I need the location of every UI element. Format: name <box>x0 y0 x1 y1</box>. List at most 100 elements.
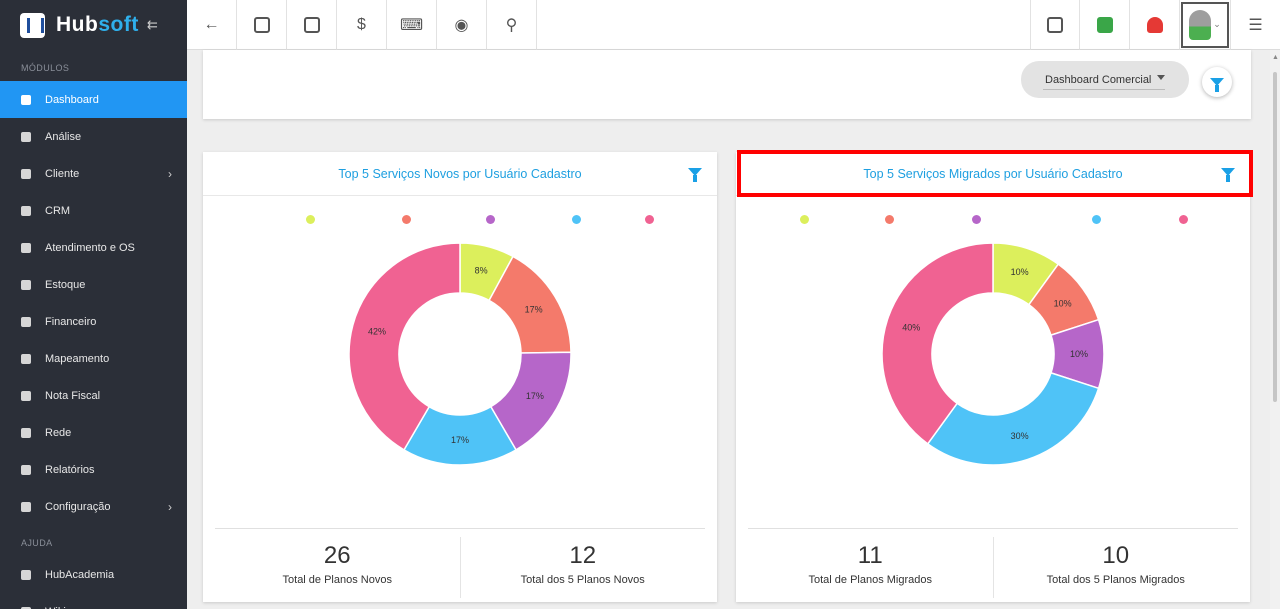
stat-value: 10 <box>1102 542 1130 569</box>
sidebar-item-label: Relatórios <box>45 463 95 476</box>
hubacademia-icon <box>21 569 31 580</box>
user-avatar-button[interactable]: ⌄ <box>1180 0 1230 49</box>
list-menu-icon[interactable]: ☰ <box>1230 0 1280 50</box>
card-header: Top 5 Serviços Migrados por Usuário Cada… <box>736 152 1250 196</box>
slice-label: 40% <box>902 322 920 332</box>
filter-icon <box>688 168 702 182</box>
dashboard-select-value: Dashboard Comercial <box>1045 73 1152 86</box>
filter-icon <box>1210 78 1224 92</box>
stat-top5: 10 Total dos 5 Planos Migrados <box>992 537 1239 598</box>
sidebar-item-label: CRM <box>45 204 71 217</box>
sidebar-help-nav: HubAcademia Wiki <box>0 556 187 609</box>
sidebar-item-label: Cliente <box>45 167 80 180</box>
sidebar-item-label: HubAcademia <box>45 568 115 581</box>
section-label-modules: MÓDULOS <box>21 63 70 73</box>
sidebar-item-rede[interactable]: Rede <box>0 414 187 451</box>
stat-label: Total de Planos Migrados <box>808 574 932 586</box>
sidebar-item-wiki[interactable]: Wiki <box>0 593 187 609</box>
stat-label: Total dos 5 Planos Migrados <box>1046 574 1185 586</box>
search-icon[interactable]: ⚲ <box>487 0 537 50</box>
crm-icon <box>21 205 31 216</box>
chat-check-icon[interactable] <box>1080 0 1130 50</box>
dashboard-icon <box>21 94 31 105</box>
cliente-icon <box>21 168 31 179</box>
dollar-icon[interactable]: $ <box>337 0 387 50</box>
collapse-sidebar-icon[interactable]: ⇇ <box>147 17 158 33</box>
donut-chart: 10% 10% 10% 30% 40% <box>881 242 1105 466</box>
configuracao-icon <box>21 501 31 512</box>
sidebar-item-label: Mapeamento <box>45 352 110 365</box>
alarm-bell-icon[interactable] <box>1130 0 1180 50</box>
analise-icon <box>21 131 31 142</box>
caret-down-icon <box>1157 75 1165 80</box>
chevron-down-icon: ⌄ <box>1213 19 1221 29</box>
sidebar-item-financeiro[interactable]: Financeiro <box>0 303 187 340</box>
sidebar-item-analise[interactable]: Análise <box>0 118 187 155</box>
dashboard-select[interactable]: Dashboard Comercial <box>1021 61 1189 98</box>
chart-card-new-services: Top 5 Serviços Novos por Usuário Cadastr… <box>203 152 717 602</box>
filter-icon <box>1221 168 1235 182</box>
sidebar-item-label: Configuração <box>45 500 111 513</box>
sidebar-item-atendimento-e-os[interactable]: Atendimento e OS <box>0 229 187 266</box>
sidebar-item-configuracao[interactable]: Configuração › <box>0 488 187 525</box>
slice-label: 42% <box>368 327 386 337</box>
slice-label: 17% <box>526 391 544 401</box>
relatorios-icon <box>21 464 31 475</box>
donut-slice[interactable] <box>926 371 1100 466</box>
card-stats: 11 Total de Planos Migrados 10 Total dos… <box>748 528 1238 598</box>
stat-value: 11 <box>857 542 883 569</box>
slice-label: 30% <box>1011 431 1029 441</box>
slice-label: 8% <box>475 266 488 276</box>
calendar-clock-icon[interactable] <box>287 0 337 50</box>
scroll-thumb[interactable] <box>1273 72 1277 402</box>
slice-label: 10% <box>1054 298 1072 308</box>
sidebar-item-hubacademia[interactable]: HubAcademia <box>0 556 187 593</box>
stat-top5: 12 Total dos 5 Planos Novos <box>459 537 706 598</box>
mapeamento-icon <box>21 353 31 364</box>
sidebar-item-relatorios[interactable]: Relatórios <box>0 451 187 488</box>
slice-label: 17% <box>525 304 543 314</box>
avatar: ⌄ <box>1181 1 1229 48</box>
sidebar-item-label: Rede <box>45 426 72 439</box>
slice-label: 10% <box>1011 267 1029 277</box>
stat-value: 26 <box>323 542 351 569</box>
sidebar-item-nota-fiscal[interactable]: Nota Fiscal <box>0 377 187 414</box>
nota-fiscal-icon <box>21 390 31 401</box>
sidebar-item-crm[interactable]: CRM <box>0 192 187 229</box>
sidebar-item-label: Financeiro <box>45 315 97 328</box>
contact-card-icon[interactable] <box>237 0 287 50</box>
rede-icon <box>21 427 31 438</box>
atendimento-e-os-icon <box>21 242 31 253</box>
card-stats: 26 Total de Planos Novos 12 Total dos 5 … <box>215 528 705 598</box>
filter-button[interactable] <box>1202 67 1232 97</box>
stat-total: 26 Total de Planos Novos <box>215 529 460 598</box>
sidebar-nav: Dashboard Análise Cliente › CRM Atendimento e… <box>0 81 187 525</box>
top-toolbar: ← $ ⌨ ◉ ⚲ ⌄ ☰ <box>187 0 1280 50</box>
chevron-right-icon: › <box>168 166 172 181</box>
terminal-icon[interactable]: ⌨ <box>387 0 437 50</box>
user-avatar-icon <box>1189 9 1212 40</box>
stat-value: 12 <box>569 542 597 569</box>
sidebar-item-cliente[interactable]: Cliente › <box>0 155 187 192</box>
card-filter-button[interactable] <box>1221 168 1235 182</box>
scrollbar[interactable]: ▲ <box>1270 50 1280 609</box>
donut-chart: 8% 17% 17% 17% 42% <box>348 242 572 466</box>
back-arrow-icon[interactable]: ← <box>187 0 237 50</box>
chevron-right-icon: › <box>168 499 172 514</box>
pdf-icon[interactable] <box>1030 0 1080 50</box>
estoque-icon <box>21 279 31 290</box>
sidebar-item-dashboard[interactable]: Dashboard <box>0 81 187 118</box>
dashboard-filter-bar: Dashboard Comercial <box>203 50 1251 119</box>
brand[interactable]: Hubsoft ⇇ <box>0 0 187 50</box>
sidebar-item-label: Dashboard <box>45 93 99 106</box>
sidebar-item-label: Análise <box>45 130 82 143</box>
sidebar-item-mapeamento[interactable]: Mapeamento <box>0 340 187 377</box>
sidebar-item-label: Atendimento e OS <box>45 241 135 254</box>
scroll-up-icon[interactable]: ▲ <box>1272 54 1279 61</box>
card-filter-button[interactable] <box>688 168 702 182</box>
eye-icon[interactable]: ◉ <box>437 0 487 50</box>
stat-label: Total de Planos Novos <box>282 574 392 586</box>
sidebar-item-estoque[interactable]: Estoque <box>0 266 187 303</box>
card-title: Top 5 Serviços Novos por Usuário Cadastr… <box>338 166 582 181</box>
hubsoft-logo-icon <box>20 12 45 38</box>
